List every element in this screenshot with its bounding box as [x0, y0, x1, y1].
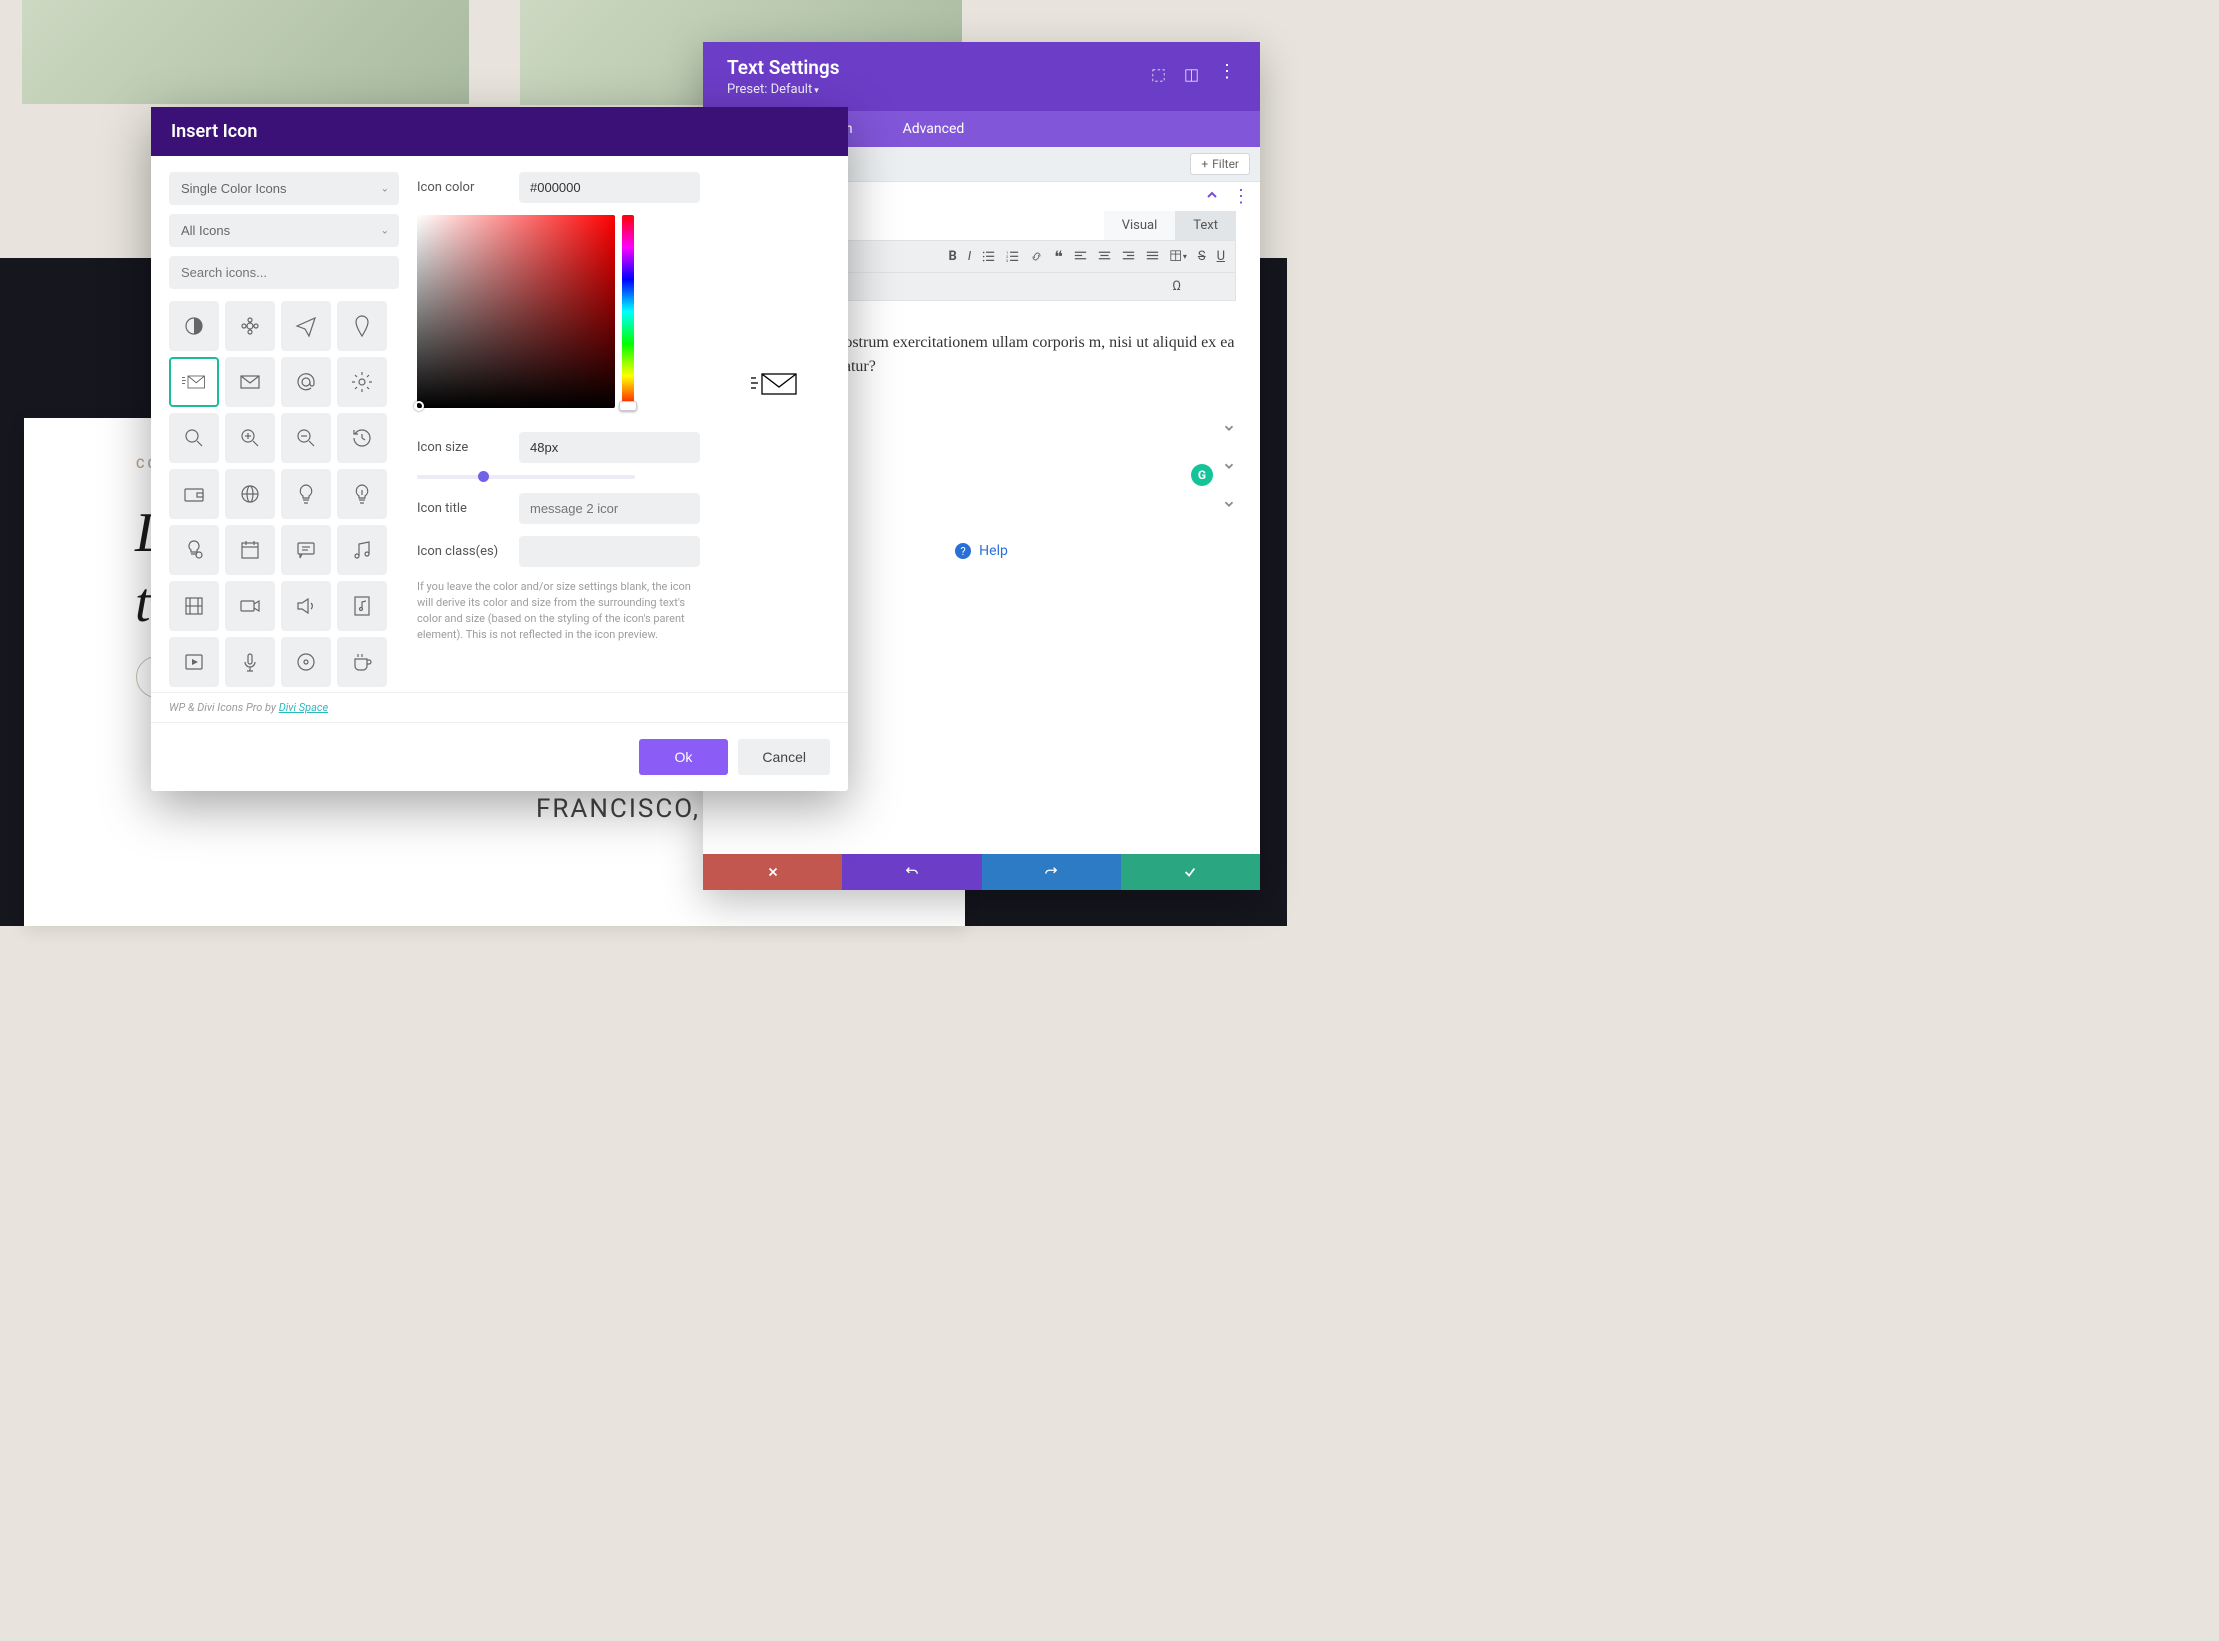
form-column: Icon color Icon size Icon title Ic	[417, 172, 700, 692]
caret-down-icon: ▾	[814, 86, 819, 96]
icon-color-input[interactable]	[519, 172, 700, 203]
search-input[interactable]	[169, 256, 399, 289]
icon-preview	[720, 172, 830, 692]
omega-icon[interactable]: Ω	[1172, 279, 1181, 294]
bulb-on-icon[interactable]	[337, 469, 387, 519]
ok-button[interactable]: Ok	[639, 739, 729, 775]
modal-left-panel: Single Color Icons ⌄ All Icons ⌄	[169, 172, 399, 692]
speaker-icon[interactable]	[281, 581, 331, 631]
bg-photo-left	[22, 0, 469, 104]
icon-size-input[interactable]	[519, 432, 700, 463]
globe-icon[interactable]	[225, 469, 275, 519]
paper-plane-icon[interactable]	[281, 301, 331, 351]
play-icon[interactable]	[169, 637, 219, 687]
icon-size-label: Icon size	[417, 440, 507, 455]
icon-classes-input[interactable]	[519, 536, 700, 567]
slider-thumb[interactable]	[478, 471, 489, 482]
preset-dropdown[interactable]: Preset: Default▾	[727, 82, 839, 97]
icon-size-slider[interactable]	[417, 475, 635, 479]
mic-icon[interactable]	[225, 637, 275, 687]
save-button[interactable]	[1121, 854, 1260, 890]
panel-header[interactable]: Text Settings Preset: Default▾ ⋮	[703, 42, 1260, 111]
disc-icon[interactable]	[281, 637, 331, 687]
discard-button[interactable]	[703, 854, 842, 890]
calendar-icon[interactable]	[225, 525, 275, 575]
accordion-more-icon[interactable]: ⋮	[1232, 186, 1250, 207]
hue-marker[interactable]	[619, 401, 637, 411]
cancel-button[interactable]: Cancel	[738, 739, 830, 775]
envelope-icon[interactable]	[225, 357, 275, 407]
at-icon[interactable]	[281, 357, 331, 407]
music-note-icon[interactable]	[337, 525, 387, 575]
gear-icon[interactable]	[337, 357, 387, 407]
redo-button[interactable]	[982, 854, 1121, 890]
underline-icon[interactable]: U	[1217, 249, 1225, 264]
align-right-icon[interactable]	[1122, 250, 1135, 263]
icon-classes-label: Icon class(es)	[417, 544, 507, 559]
search-icon[interactable]	[169, 413, 219, 463]
icon-title-input[interactable]	[519, 493, 700, 524]
tab-text[interactable]: Text	[1175, 211, 1236, 240]
panel-title: Text Settings	[727, 56, 839, 79]
insert-icon-modal: Insert Icon Single Color Icons ⌄ All Ico…	[151, 107, 848, 791]
tab-visual[interactable]: Visual	[1104, 211, 1176, 240]
credit-link[interactable]: Divi Space	[279, 701, 328, 714]
film-icon[interactable]	[169, 581, 219, 631]
wallet-icon[interactable]	[169, 469, 219, 519]
chat-icon[interactable]	[281, 525, 331, 575]
grammarly-icon[interactable]: G	[1191, 464, 1213, 486]
filter-button[interactable]: + Filter	[1190, 153, 1250, 175]
icon-color-label: Icon color	[417, 180, 507, 195]
flower-icon[interactable]	[225, 301, 275, 351]
tab-advanced[interactable]: Advanced	[903, 121, 965, 137]
color-marker[interactable]	[414, 401, 424, 411]
modal-footer: Ok Cancel	[151, 722, 848, 791]
align-center-icon[interactable]	[1098, 250, 1111, 263]
quote-icon[interactable]: ❝	[1054, 247, 1063, 266]
strikethrough-icon[interactable]: S	[1198, 249, 1206, 264]
preview-message-icon	[751, 372, 799, 396]
music-file-icon[interactable]	[337, 581, 387, 631]
layout-icon[interactable]	[1185, 67, 1198, 86]
icon-title-label: Icon title	[417, 501, 507, 516]
bullet-list-icon[interactable]	[982, 250, 995, 263]
bulb-gear-icon[interactable]	[169, 525, 219, 575]
plus-icon: +	[1201, 157, 1208, 171]
undo-button[interactable]	[842, 854, 981, 890]
focus-icon[interactable]	[1152, 67, 1165, 86]
help-icon: ?	[955, 543, 971, 559]
panel-footer	[703, 854, 1260, 890]
icon-grid	[169, 301, 399, 692]
justify-icon[interactable]	[1146, 250, 1159, 263]
ordered-list-icon[interactable]: 123	[1006, 250, 1019, 263]
icon-style-select[interactable]: Single Color Icons	[169, 172, 399, 205]
pin-icon[interactable]	[337, 301, 387, 351]
help-text: If you leave the color and/or size setti…	[417, 579, 700, 643]
camera-icon[interactable]	[225, 581, 275, 631]
zoom-in-icon[interactable]	[225, 413, 275, 463]
collapse-icon[interactable]	[1204, 187, 1220, 207]
message-icon[interactable]	[169, 357, 219, 407]
svg-text:3: 3	[1006, 258, 1009, 263]
align-left-icon[interactable]	[1074, 250, 1087, 263]
history-icon[interactable]	[337, 413, 387, 463]
bold-icon[interactable]: B	[948, 249, 956, 264]
zoom-out-icon[interactable]	[281, 413, 331, 463]
bulb-icon[interactable]	[281, 469, 331, 519]
modal-credit: WP & Divi Icons Pro by Divi Space	[151, 692, 848, 722]
italic-icon[interactable]: I	[968, 249, 971, 264]
link-icon[interactable]	[1030, 250, 1043, 263]
icon-category-select[interactable]: All Icons	[169, 214, 399, 247]
coffee-icon[interactable]	[337, 637, 387, 687]
color-hue-slider[interactable]	[622, 215, 634, 408]
table-icon[interactable]: ▾	[1170, 250, 1187, 263]
more-icon[interactable]: ⋮	[1218, 67, 1236, 86]
modal-title: Insert Icon	[151, 107, 848, 156]
eclipse-icon[interactable]	[169, 301, 219, 351]
color-saturation-picker[interactable]	[417, 215, 615, 408]
